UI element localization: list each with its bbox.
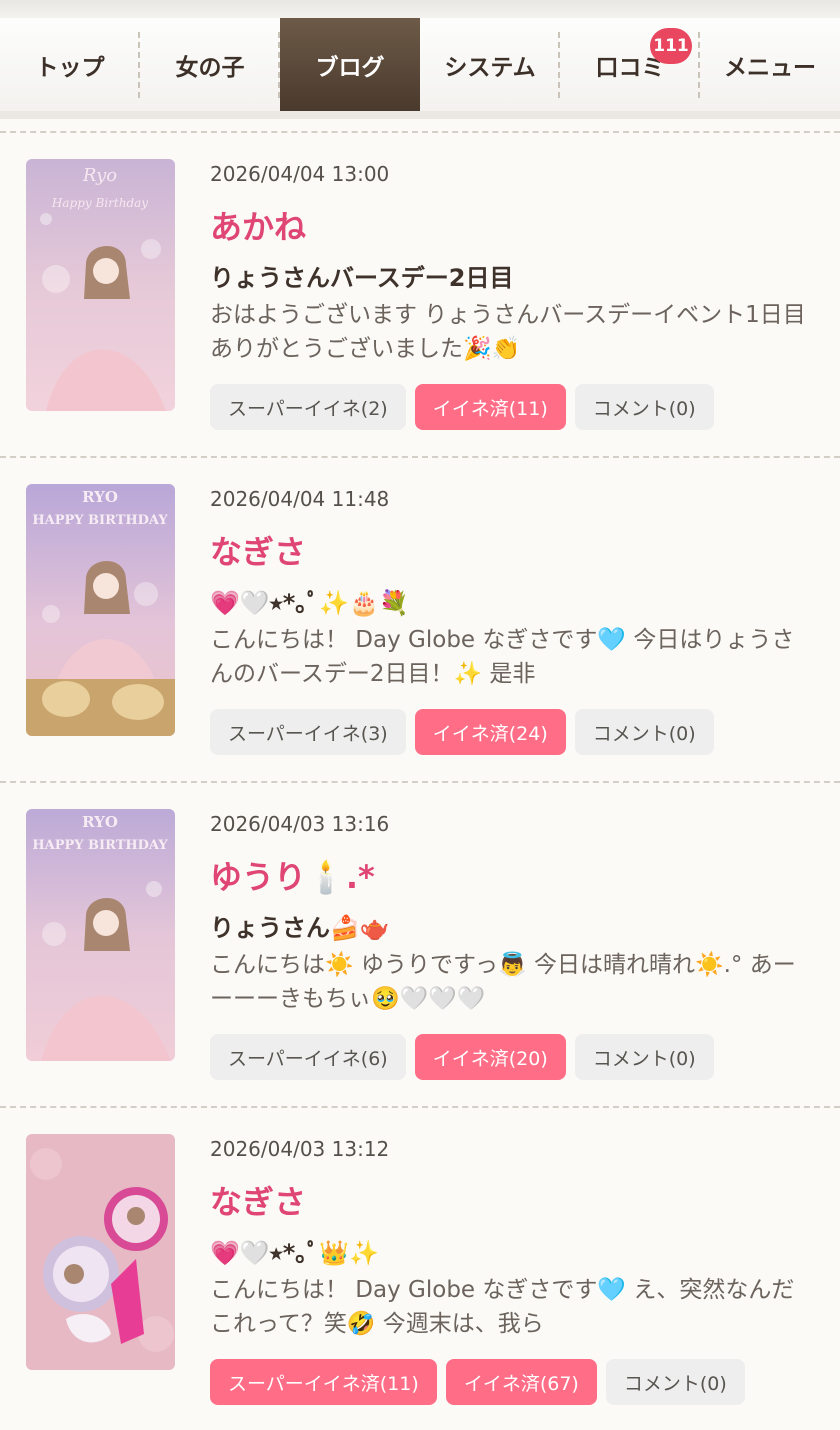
nav-blog-label: ブログ	[315, 54, 385, 81]
post-excerpt: こんにちは！ Day Globe なぎさです🩵 え、突然なんだこれって？笑🤣 今…	[210, 1277, 795, 1337]
like-button[interactable]: イイネ済(11)	[414, 384, 566, 430]
blog-post[interactable]: Ryo Happy Birthday 2026/04/04 13:00 あかね …	[0, 132, 840, 455]
post-actions: スーパーイイネ(6) イイネ済(20) コメント(0)	[210, 1034, 714, 1080]
main-nav: トップ 女の子 ブログ システム 口コミ メニュー	[0, 18, 840, 112]
comment-button[interactable]: コメント(0)	[605, 1359, 745, 1405]
post-excerpt: こんにちは！ Day Globe なぎさです🩵 今日はりょうさんのバースデー2日…	[210, 627, 795, 687]
nav-menu[interactable]: メニュー	[700, 18, 840, 111]
like-button[interactable]: イイネ済(67)	[445, 1359, 597, 1405]
post-title[interactable]: 💗🤍⭒*｡ﾟ✨🎂💐	[210, 583, 409, 618]
post-thumbnail[interactable]: Ryo Happy Birthday	[26, 159, 175, 411]
super-like-button[interactable]: スーパーイイネ済(11)	[210, 1359, 437, 1405]
post-title[interactable]: りょうさん🍰🫖	[210, 908, 390, 943]
post-date: 2026/04/03 13:12	[210, 1137, 390, 1161]
post-actions: スーパーイイネ(2) イイネ済(11) コメント(0)	[210, 384, 714, 430]
post-actions: スーパーイイネ済(11) イイネ済(67) コメント(0)	[210, 1359, 745, 1405]
thumb-script-2: HAPPY BIRTHDAY	[32, 838, 168, 853]
thumb-script-1: RYO	[82, 488, 118, 506]
super-like-button[interactable]: スーパーイイネ(6)	[210, 1034, 406, 1080]
thumb-script-1: RYO	[82, 813, 118, 831]
post-title[interactable]: 💗🤍⭒*｡ﾟ👑✨	[210, 1233, 379, 1268]
thumb-script-2: Happy Birthday	[51, 196, 148, 210]
like-button[interactable]: イイネ済(20)	[414, 1034, 566, 1080]
comment-button[interactable]: コメント(0)	[574, 384, 714, 430]
reviews-count-badge: 111	[650, 28, 692, 64]
comment-button[interactable]: コメント(0)	[574, 1034, 714, 1080]
nav-menu-label: メニュー	[724, 54, 816, 81]
thumb-script-1: Ryo	[82, 165, 117, 186]
comment-button[interactable]: コメント(0)	[574, 709, 714, 755]
post-title[interactable]: りょうさんバースデー2日目	[210, 258, 514, 293]
post-thumbnail[interactable]: RYO HAPPY BIRTHDAY	[26, 484, 175, 736]
nav-system-label: システム	[444, 54, 536, 81]
post-author[interactable]: なぎさ	[210, 1177, 306, 1223]
nav-top[interactable]: トップ	[0, 18, 140, 111]
super-like-button[interactable]: スーパーイイネ(2)	[210, 384, 406, 430]
post-author[interactable]: あかね	[210, 202, 306, 248]
post-thumbnail[interactable]: RYO HAPPY BIRTHDAY	[26, 809, 175, 1061]
nav-shadow	[0, 111, 840, 119]
nav-top-label: トップ	[35, 54, 105, 81]
nav-girls-label: 女の子	[175, 54, 245, 81]
post-thumbnail[interactable]	[26, 1134, 175, 1370]
top-strip	[0, 0, 840, 18]
post-date: 2026/04/04 11:48	[210, 487, 390, 511]
nav-blog[interactable]: ブログ	[280, 18, 420, 111]
blog-post[interactable]: RYO HAPPY BIRTHDAY 2026/04/04 11:48 なぎさ …	[0, 457, 840, 780]
post-excerpt: こんにちは☀️ ゆうりですっ👼 今日は晴れ晴れ☀️.° あーーーーきもちぃ🥹🤍🤍…	[210, 952, 796, 1012]
blog-post[interactable]: RYO HAPPY BIRTHDAY 2026/04/03 13:16 ゆうり🕯…	[0, 782, 840, 1105]
nav-system[interactable]: システム	[420, 18, 560, 111]
post-actions: スーパーイイネ(3) イイネ済(24) コメント(0)	[210, 709, 714, 755]
super-like-button[interactable]: スーパーイイネ(3)	[210, 709, 406, 755]
thumb-script-2: HAPPY BIRTHDAY	[32, 513, 168, 528]
blog-post[interactable]: 2026/04/03 13:12 なぎさ 💗🤍⭒*｡ﾟ👑✨ こんにちは！ Day…	[0, 1107, 840, 1430]
post-author[interactable]: ゆうり🕯️.*	[210, 852, 375, 898]
nav-girls[interactable]: 女の子	[140, 18, 280, 111]
post-date: 2026/04/03 13:16	[210, 812, 390, 836]
post-date: 2026/04/04 13:00	[210, 162, 390, 186]
like-button[interactable]: イイネ済(24)	[414, 709, 566, 755]
post-author[interactable]: なぎさ	[210, 527, 306, 573]
post-excerpt: おはようございます りょうさんバースデーイベント1日目 ありがとうございました🎉…	[210, 302, 806, 362]
